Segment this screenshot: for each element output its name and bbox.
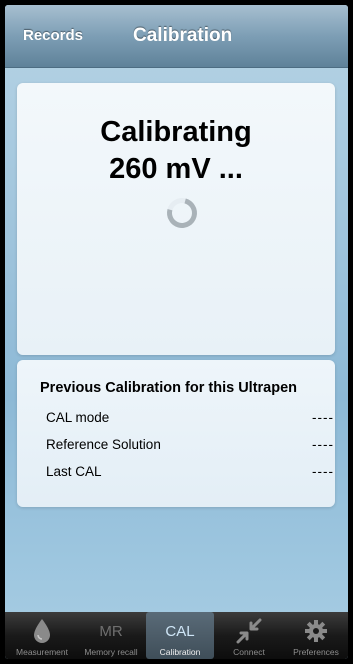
tab-bar: Measurement MR Memory recall CAL Calibra… [5, 612, 348, 659]
calibrating-label: Calibrating [100, 116, 252, 148]
drop-icon [8, 618, 76, 644]
loading-spinner-icon [161, 192, 203, 234]
navigation-bar: Records Calibration [5, 5, 348, 68]
previous-calibration-title: Previous Calibration for this Ultrapen [40, 380, 298, 396]
tab-connect[interactable]: Connect [215, 612, 283, 659]
tab-measurement[interactable]: Measurement [8, 612, 76, 659]
tab-memory-recall[interactable]: MR Memory recall [77, 612, 145, 659]
cal-mode-value: ---- [312, 410, 334, 425]
page-title: Calibration [133, 25, 233, 46]
cal-mode-label: CAL mode [46, 410, 110, 425]
reference-solution-row: Reference Solution ---- [46, 437, 334, 457]
mr-icon: MR [99, 623, 123, 640]
last-cal-label: Last CAL [46, 464, 102, 479]
tab-preferences[interactable]: Preferences [282, 612, 348, 659]
tab-preferences-label: Preferences [293, 647, 339, 657]
tab-calibration[interactable]: CAL Calibration [146, 612, 214, 659]
cal-icon: CAL [165, 623, 195, 640]
tab-memory-recall-label: Memory recall [84, 647, 138, 657]
calibration-value: 260 mV ... [109, 153, 243, 185]
records-button[interactable]: Records [23, 27, 83, 44]
app-screen: Records Calibration Calibrating 260 mV .… [5, 5, 348, 659]
previous-calibration-panel: Previous Calibration for this Ultrapen C… [17, 360, 335, 507]
last-cal-row: Last CAL ---- [46, 464, 334, 484]
connect-arrows-icon [215, 618, 283, 644]
tab-calibration-label: Calibration [159, 647, 201, 657]
calibration-status-panel: Calibrating 260 mV ... [17, 83, 335, 355]
last-cal-value: ---- [312, 464, 334, 479]
reference-solution-label: Reference Solution [46, 437, 161, 452]
reference-solution-value: ---- [312, 437, 334, 452]
cal-mode-row: CAL mode ---- [46, 410, 334, 430]
gear-icon [282, 618, 348, 644]
